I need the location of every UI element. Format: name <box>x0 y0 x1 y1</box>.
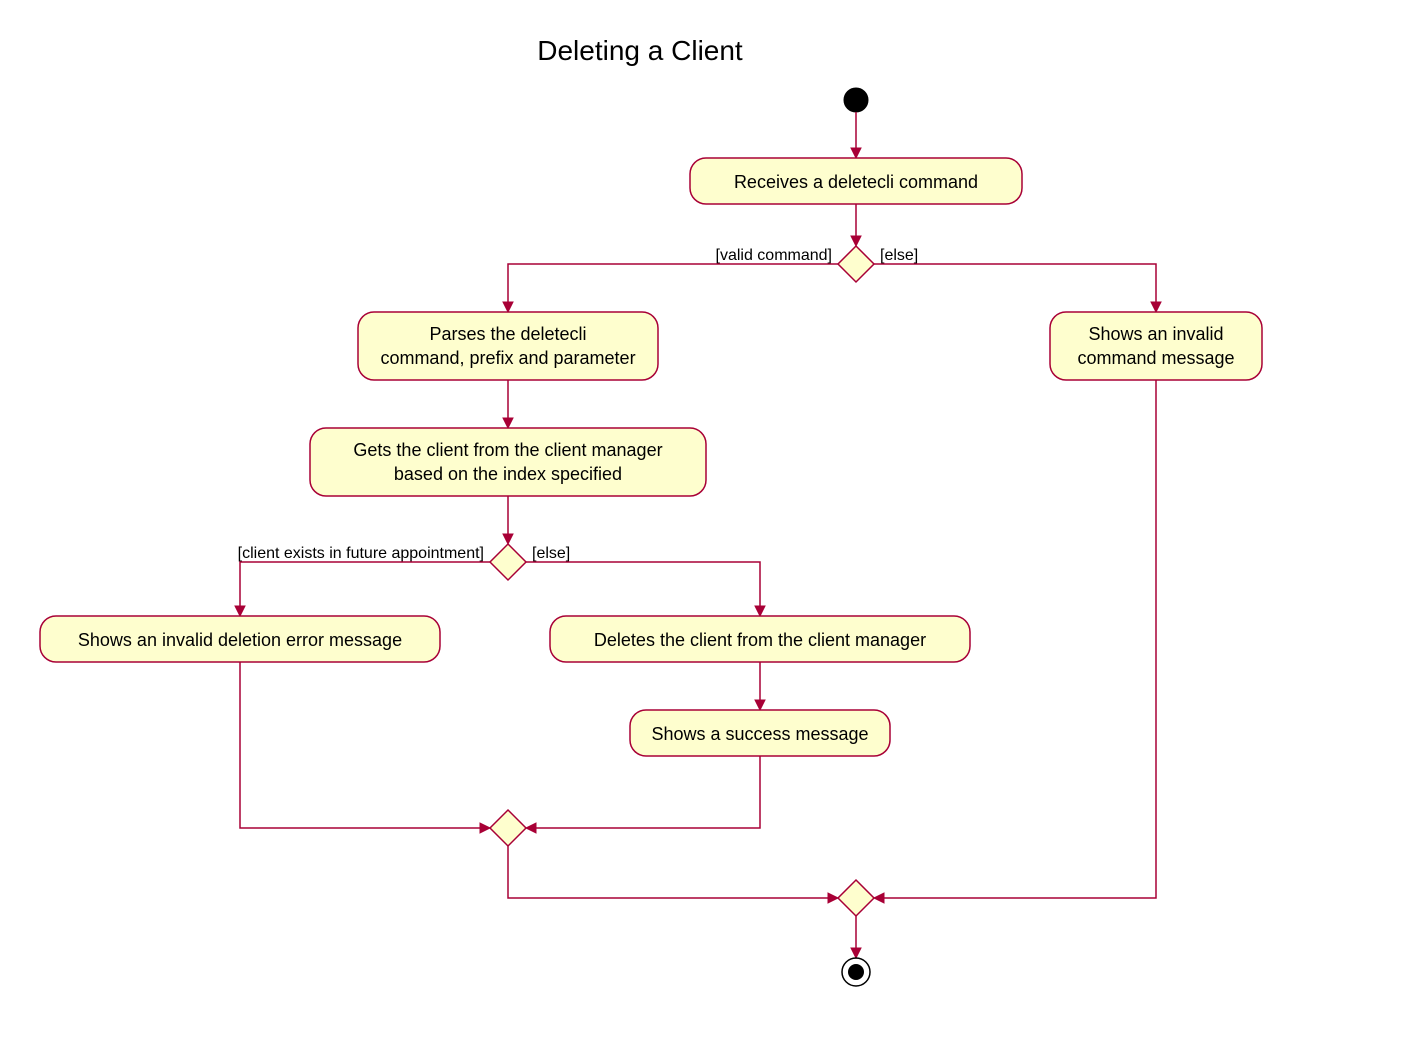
merge-outer <box>838 880 874 916</box>
activity-parse <box>358 312 658 380</box>
activity-success-label: Shows a success message <box>651 724 868 744</box>
edge-merge1-merge2 <box>508 846 830 898</box>
activity-invalid-command-label-2: command message <box>1077 348 1234 368</box>
activity-diagram: Deleting a Client Receives a deletecli c… <box>20 20 1400 1040</box>
activity-invalid-command <box>1050 312 1262 380</box>
edge-decision2-delete <box>526 562 760 608</box>
activity-delete-client-label: Deletes the client from the client manag… <box>594 630 926 650</box>
diagram-title: Deleting a Client <box>537 35 743 66</box>
merge-inner <box>490 810 526 846</box>
guard-else1: [else] <box>880 247 918 264</box>
start-node <box>844 88 868 112</box>
activity-get-client-label-2: based on the index specified <box>394 464 622 484</box>
guard-client-exists: [client exists in future appointment] <box>238 545 484 562</box>
activity-get-client <box>310 428 706 496</box>
edge-success-merge1 <box>534 756 760 828</box>
activity-parse-label-1: Parses the deletecli <box>429 324 586 344</box>
activity-parse-label-2: command, prefix and parameter <box>380 348 635 368</box>
edge-decision1-parse <box>508 264 838 304</box>
decision-client-exists <box>490 544 526 580</box>
decision-valid-command <box>838 246 874 282</box>
activity-invalid-command-label-1: Shows an invalid <box>1088 324 1223 344</box>
guard-else2: [else] <box>532 545 570 562</box>
activity-invalid-deletion-label: Shows an invalid deletion error message <box>78 630 402 650</box>
edge-invalid-merge1 <box>240 662 482 828</box>
edge-decision1-invalidcmd <box>874 264 1156 304</box>
guard-valid-command: [valid command] <box>716 247 833 264</box>
activity-receive-label: Receives a deletecli command <box>734 172 978 192</box>
edge-decision2-invalid <box>240 562 490 608</box>
activity-get-client-label-1: Gets the client from the client manager <box>353 440 662 460</box>
